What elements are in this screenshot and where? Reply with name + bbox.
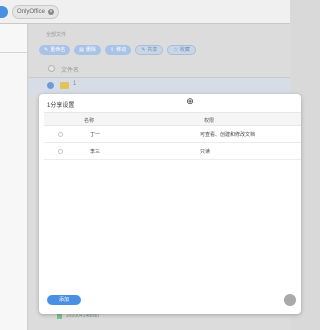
move-file-icon: ⇪ <box>109 47 115 53</box>
delete-button[interactable]: ▤ 删除 <box>74 45 101 55</box>
user-name: 丁一 <box>90 132 101 138</box>
trash-icon: ▤ <box>79 47 84 53</box>
rename-button-label: 重命名 <box>50 47 66 53</box>
user-permission: 可查看、创建和修改文档 <box>200 132 256 138</box>
table-row[interactable]: 李三 只读 <box>44 143 301 160</box>
tab-close-icon[interactable]: × <box>47 9 54 15</box>
app-logo-icon[interactable] <box>0 6 8 18</box>
move-button-label: 移动 <box>116 47 127 53</box>
filename-column-header[interactable]: 文件名 <box>61 65 79 74</box>
favorite-button[interactable]: ☆ 收藏 <box>167 45 196 55</box>
file-name[interactable]: 1 <box>73 81 76 87</box>
breadcrumb[interactable]: 全部文件 <box>46 31 66 38</box>
left-sidebar <box>0 24 28 330</box>
sidebar-divider <box>0 52 28 53</box>
tab-label: OnlyOffice <box>17 9 45 15</box>
tab-onlyoffice[interactable]: OnlyOffice × <box>12 5 59 19</box>
row-select-radio[interactable] <box>47 82 54 89</box>
select-all-checkbox[interactable] <box>48 65 55 72</box>
share-icon: ✎ <box>141 47 146 53</box>
file-list-header: 文件名 <box>29 60 290 78</box>
table-header: 名称 权限 <box>44 112 301 126</box>
floating-action-button[interactable] <box>284 294 296 306</box>
delete-button-label: 删除 <box>85 47 96 53</box>
row-select-radio[interactable] <box>58 149 63 154</box>
share-settings-dialog: 1分享设置 ⊕ 名称 权限 丁一 可查看、创建和修改文档 李三 只读 添加 <box>39 94 301 314</box>
file-toolbar: ✎ 重命名 ▤ 删除 ⇪ 移动 ✎ 共享 ☆ 收藏 <box>39 45 196 55</box>
user-name: 李三 <box>90 149 101 155</box>
table-row[interactable]: 丁一 可查看、创建和修改文档 <box>44 126 301 143</box>
dialog-title: 1分享设置 <box>47 103 75 109</box>
share-user-table: 名称 权限 丁一 可查看、创建和修改文档 李三 只读 <box>44 112 301 160</box>
edit-icon: ✎ <box>44 47 49 53</box>
name-column-header: 名称 <box>84 118 95 124</box>
share-button-label: 共享 <box>147 47 158 53</box>
move-button[interactable]: ⇪ 移动 <box>104 45 132 55</box>
user-permission: 只读 <box>200 149 211 155</box>
row-select-radio[interactable] <box>58 132 63 137</box>
add-user-button[interactable]: 添加 <box>47 295 81 305</box>
drag-move-icon[interactable]: ⊕ <box>185 96 195 106</box>
rename-button[interactable]: ✎ 重命名 <box>39 45 71 55</box>
permission-column-header: 权限 <box>204 118 215 124</box>
file-row-selected[interactable]: 1 <box>29 78 290 94</box>
folder-icon <box>60 82 69 89</box>
app-top-bar: OnlyOffice × <box>0 0 290 24</box>
favorite-button-label: 收藏 <box>179 47 190 53</box>
star-icon: ☆ <box>173 47 178 53</box>
share-button[interactable]: ✎ 共享 <box>135 45 164 55</box>
